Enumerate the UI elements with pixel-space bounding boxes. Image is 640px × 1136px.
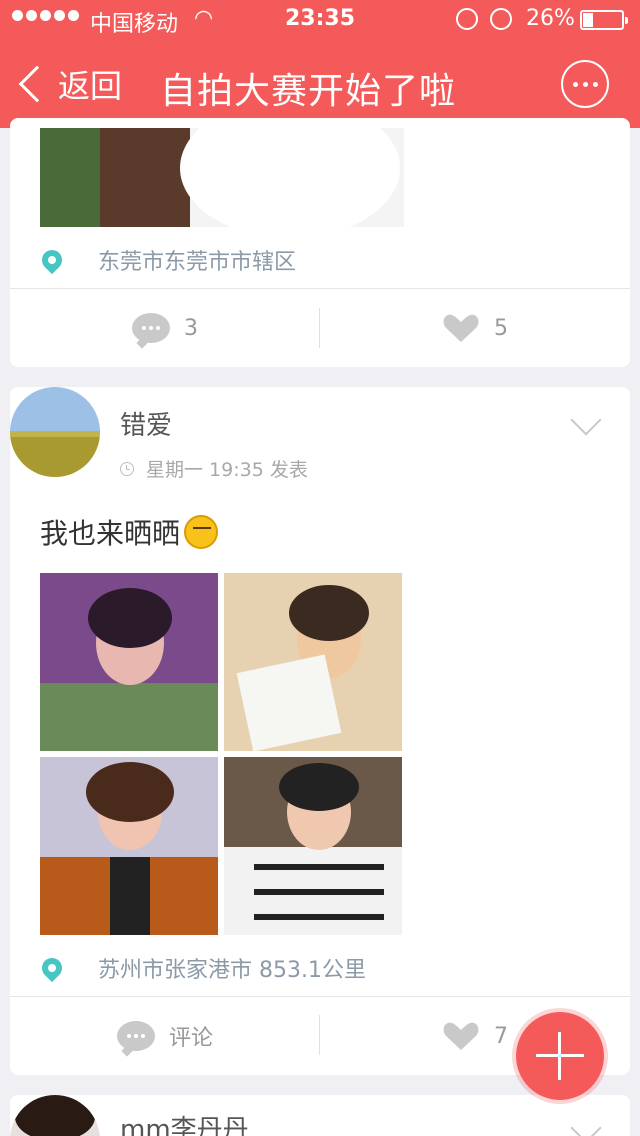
more-options-button[interactable]: [561, 60, 609, 108]
photo-image: [40, 128, 404, 227]
add-post-button[interactable]: [516, 1012, 604, 1100]
post-photo[interactable]: [224, 757, 402, 935]
post-timestamp: 星期一 19:35 发表: [146, 459, 308, 481]
alarm-icon: [490, 8, 512, 30]
avatar-image: [10, 387, 100, 477]
post-photo[interactable]: [40, 128, 404, 227]
heart-icon: [442, 1021, 480, 1051]
like-count: 7: [494, 1023, 508, 1049]
post-photo[interactable]: [40, 573, 218, 751]
post-card: mm李丹丹: [10, 1095, 630, 1136]
back-button[interactable]: 返回: [14, 62, 122, 106]
location-text: 东莞市东莞市市辖区: [98, 250, 297, 275]
location-pin-icon: [37, 245, 67, 275]
post-location: 东莞市东莞市市辖区: [37, 244, 297, 276]
chevron-left-icon: [18, 65, 56, 103]
comment-button[interactable]: 评论: [10, 997, 320, 1075]
comment-count: 3: [184, 315, 198, 341]
avatar[interactable]: [10, 387, 100, 477]
photo-image: [224, 757, 402, 935]
photo-image: [224, 573, 402, 751]
photo-image: [40, 573, 218, 751]
like-button[interactable]: 5: [320, 289, 630, 367]
battery-percent: 26%: [526, 6, 575, 31]
location-pin-icon: [37, 953, 67, 983]
heart-icon: [442, 313, 480, 343]
photo-image: [40, 757, 218, 935]
avatar[interactable]: [10, 1095, 100, 1136]
location-text: 苏州市张家港市 853.1公里: [98, 958, 366, 983]
comment-button[interactable]: 3: [10, 289, 320, 367]
username[interactable]: mm李丹丹: [120, 1109, 249, 1136]
status-bar: 中国移动 ◠ 23:35 26%: [0, 0, 640, 40]
username[interactable]: 错爱: [120, 405, 172, 442]
like-count: 5: [494, 315, 508, 341]
post-body: 我也来晒晒: [40, 512, 219, 552]
comment-bubble-icon: [116, 1021, 155, 1051]
post-location: 苏州市张家港市 853.1公里: [37, 952, 366, 984]
chevron-down-icon[interactable]: [570, 1112, 602, 1136]
back-label: 返回: [58, 67, 123, 105]
battery-icon: [580, 10, 628, 30]
page-title: 自拍大赛开始了啦: [160, 71, 457, 112]
post-photo[interactable]: [40, 757, 218, 935]
post-meta: 星期一 19:35 发表: [120, 455, 308, 482]
clock-icon: [120, 461, 134, 476]
dot-icon: [582, 81, 588, 87]
avatar-image: [10, 1095, 100, 1136]
post-text: 我也来晒晒: [40, 517, 181, 550]
dot-icon: [572, 81, 578, 87]
post-photo[interactable]: [224, 573, 402, 751]
thinking-emoji-icon: [184, 515, 219, 549]
chevron-down-icon[interactable]: [570, 404, 602, 436]
dot-icon: [592, 81, 598, 87]
comment-bubble-icon: [132, 313, 170, 343]
orientation-lock-icon: [456, 8, 478, 30]
post-card: 东莞市东莞市市辖区 3 5: [10, 118, 630, 367]
comment-label: 评论: [168, 1026, 213, 1051]
app-header: 中国移动 ◠ 23:35 26% 返回 自拍大赛开始了啦: [0, 0, 640, 128]
post-card: 错爱 星期一 19:35 发表 我也来晒晒 苏州市张家港市 853.1公里 评论…: [10, 387, 630, 1075]
